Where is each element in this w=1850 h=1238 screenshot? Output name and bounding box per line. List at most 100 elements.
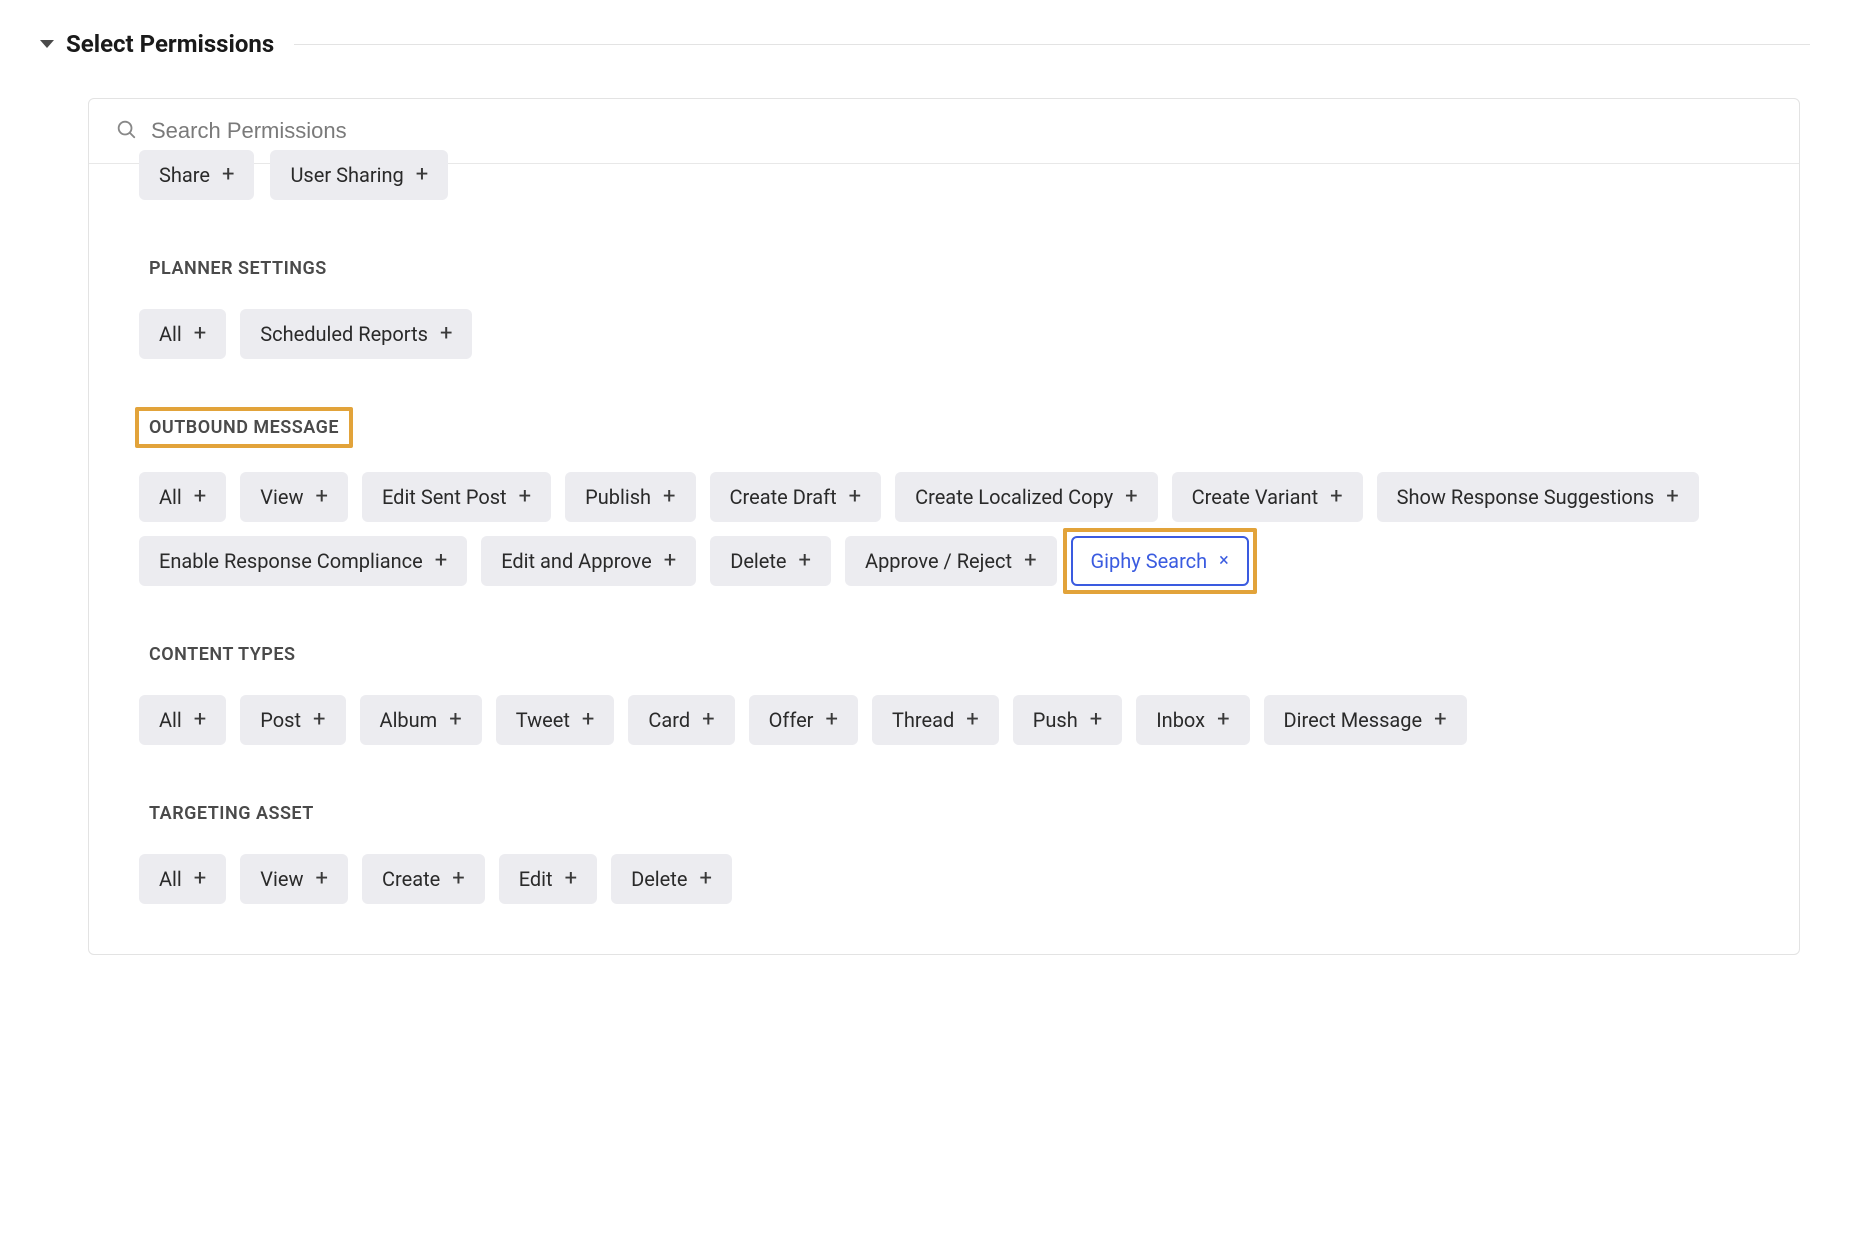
plus-icon: + [194,709,206,731]
plus-icon: + [1330,486,1342,508]
plus-icon: + [825,709,837,731]
chip-content-types-offer[interactable]: Offer + [749,695,858,745]
chip-outbound-message-create-variant[interactable]: Create Variant + [1172,472,1363,522]
chip-row: All+Post+Album+Tweet+Card+Offer+Thread+P… [139,695,1749,745]
chip-cutoff-share[interactable]: Share + [139,150,254,200]
group-title-wrap: PLANNER SETTINGS [139,252,337,285]
chip-label: All [159,487,182,507]
chip-content-types-album[interactable]: Album+ [360,695,482,745]
plus-icon: + [316,868,328,890]
plus-icon: + [194,868,206,890]
chip-outbound-message-delete[interactable]: Delete + [710,536,831,586]
plus-icon: + [222,164,234,186]
chip-targeting-asset-create[interactable]: Create + [362,854,485,904]
chip-planner-settings-all[interactable]: All + [139,309,226,359]
chip-label: Enable Response Compliance [159,551,423,571]
plus-icon: + [452,868,464,890]
chip-content-types-direct-message[interactable]: Direct Message + [1264,695,1467,745]
plus-icon: + [1090,709,1102,731]
chip-label: Create [382,869,440,889]
chip-outbound-message-giphy-search[interactable]: Giphy Search× [1071,536,1249,586]
group-title: OUTBOUND MESSAGE [149,417,339,438]
chip-outbound-message-edit-and-approve[interactable]: Edit and Approve + [481,536,696,586]
group-content-types: CONTENT TYPESAll+Post+Album+Tweet+Card+O… [139,638,1749,745]
chip-label: All [159,324,182,344]
chip-cutoff-user-sharing[interactable]: User Sharing + [270,150,448,200]
chip-label: Offer [769,710,814,730]
chip-targeting-asset-edit[interactable]: Edit+ [499,854,597,904]
chip-outbound-message-show-response-suggestions[interactable]: Show Response Suggestions+ [1377,472,1699,522]
chip-outbound-message-create-draft[interactable]: Create Draft+ [710,472,882,522]
chip-row: All+View+Edit Sent Post+Publish+Create D… [139,472,1749,586]
chip-label: Share [159,165,210,185]
chip-targeting-asset-delete[interactable]: Delete+ [611,854,732,904]
chip-label: Direct Message [1284,710,1423,730]
plus-icon: + [799,550,811,572]
chip-content-types-post[interactable]: Post + [240,695,345,745]
plus-icon: + [316,486,328,508]
plus-icon: + [664,550,676,572]
chip-label: Approve / Reject [865,551,1012,571]
chip-row: All+Scheduled Reports+ [139,309,1749,359]
close-icon: × [1219,552,1229,570]
plus-icon: + [194,486,206,508]
chip-outbound-message-view[interactable]: View + [240,472,348,522]
chip-label: Card [648,710,690,730]
plus-icon: + [416,164,428,186]
chip-outbound-message-all[interactable]: All + [139,472,226,522]
plus-icon: + [582,709,594,731]
chip-content-types-tweet[interactable]: Tweet+ [496,695,615,745]
chip-content-types-push[interactable]: Push+ [1013,695,1122,745]
chip-label: User Sharing [290,165,403,185]
plus-icon: + [313,709,325,731]
plus-icon: + [194,323,206,345]
chip-label: Thread [892,710,954,730]
group-title-wrap: TARGETING ASSET [139,797,324,830]
plus-icon: + [849,486,861,508]
chip-content-types-card[interactable]: Card + [628,695,734,745]
group-title: CONTENT TYPES [149,644,295,665]
plus-icon: + [1217,709,1229,731]
chip-label: Post [260,710,301,730]
plus-icon: + [1125,486,1137,508]
chip-outbound-message-publish[interactable]: Publish+ [565,472,695,522]
chip-label: View [260,869,303,889]
chip-label: Publish [585,487,651,507]
chip-outbound-message-edit-sent-post[interactable]: Edit Sent Post + [362,472,551,522]
chip-planner-settings-scheduled-reports[interactable]: Scheduled Reports+ [240,309,472,359]
chip-label: Inbox [1156,710,1205,730]
plus-icon: + [519,486,531,508]
chip-label: Create Variant [1192,487,1318,507]
group-title-wrap: OUTBOUND MESSAGE [135,407,353,448]
chip-label: Edit Sent Post [382,487,507,507]
group-title-wrap: CONTENT TYPES [139,638,305,671]
chip-targeting-asset-view[interactable]: View + [240,854,348,904]
plus-icon: + [702,709,714,731]
chip-content-types-all[interactable]: All+ [139,695,226,745]
plus-icon: + [449,709,461,731]
chip-label: Delete [730,551,786,571]
chip-content-types-thread[interactable]: Thread + [872,695,999,745]
chip-outbound-message-create-localized-copy[interactable]: Create Localized Copy + [895,472,1158,522]
plus-icon: + [1024,550,1036,572]
plus-icon: + [1434,709,1446,731]
page-root: Select Permissions Share+User Sharing+ P… [0,0,1850,1015]
chip-content-types-inbox[interactable]: Inbox + [1136,695,1249,745]
plus-icon: + [966,709,978,731]
group-outbound-message: OUTBOUND MESSAGE All + View + Edit Sent Post +… [139,411,1749,586]
cutoff-chip-row: Share + User Sharing + [139,150,1749,200]
search-input[interactable] [149,117,1773,145]
chip-label: Edit and Approve [501,551,652,571]
chip-label: View [260,487,303,507]
group-title: PLANNER SETTINGS [149,258,327,279]
group-title: TARGETING ASSET [149,803,314,824]
chip-outbound-message-approve-reject[interactable]: Approve / Reject + [845,536,1057,586]
group-planner-settings: PLANNER SETTINGSAll+Scheduled Reports+ [139,252,1749,359]
caret-down-icon[interactable] [40,40,54,48]
chip-targeting-asset-all[interactable]: All+ [139,854,226,904]
panel-body: Share+User Sharing+ PLANNER SETTINGSAll+… [89,150,1799,954]
chip-outbound-message-enable-response-compliance[interactable]: Enable Response Compliance+ [139,536,467,586]
plus-icon: + [440,323,452,345]
chip-row: All+ View + Create + Edit+ Delete+ [139,854,1749,904]
chip-label: Create Localized Copy [915,487,1113,507]
